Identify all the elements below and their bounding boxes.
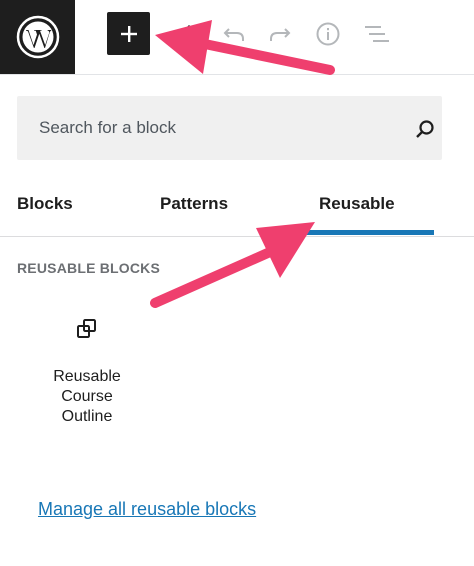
redo-icon[interactable] <box>266 20 294 48</box>
active-tab-indicator <box>300 230 434 235</box>
reusable-block-item[interactable]: Reusable Course Outline <box>37 312 137 430</box>
reusable-block-label: Reusable Course Outline <box>53 368 121 425</box>
pencil-icon[interactable] <box>170 20 198 48</box>
search-icon[interactable] <box>414 118 436 140</box>
section-title: REUSABLE BLOCKS <box>17 260 161 276</box>
annotation-arrows <box>150 20 335 308</box>
manage-reusable-blocks-link[interactable]: Manage all reusable blocks <box>38 499 256 520</box>
tab-patterns[interactable]: Patterns <box>160 176 260 234</box>
info-icon[interactable] <box>314 20 342 48</box>
wordpress-logo-icon[interactable] <box>0 0 75 74</box>
block-search-input[interactable] <box>17 96 387 160</box>
reusable-block-icon <box>77 319 96 338</box>
block-search <box>17 96 442 160</box>
tab-blocks[interactable]: Blocks <box>17 176 97 234</box>
editor-toolbar <box>0 0 474 75</box>
undo-icon[interactable] <box>220 20 248 48</box>
block-inserter-toggle-button[interactable] <box>107 12 150 55</box>
tab-reusable[interactable]: Reusable <box>300 176 434 234</box>
list-view-icon[interactable] <box>362 20 390 48</box>
inserter-tabs: Blocks Patterns Reusable <box>0 176 474 237</box>
plus-icon <box>120 25 137 42</box>
